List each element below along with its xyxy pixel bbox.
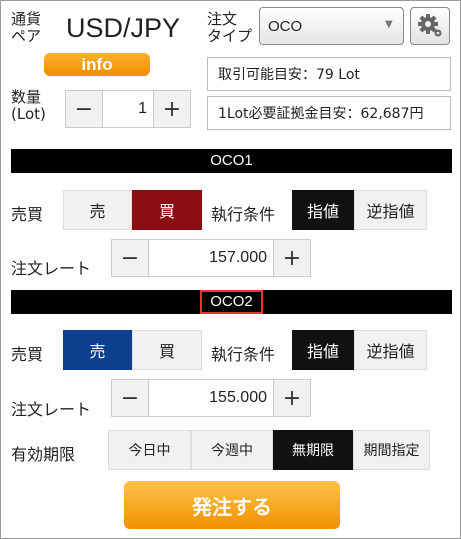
- expiry-option-indefinite[interactable]: 無期限: [273, 430, 353, 470]
- expiry-option-week[interactable]: 今週中: [191, 430, 273, 470]
- oco1-side-toggle: 売 買: [63, 190, 202, 230]
- order-type-label: 注文 タイプ: [207, 10, 253, 45]
- pair-label: 通貨 ペア: [11, 10, 42, 45]
- oco2-rate-plus-button[interactable]: +: [273, 379, 311, 417]
- quantity-plus-button[interactable]: +: [153, 90, 191, 128]
- quantity-label: 数量 (Lot): [11, 88, 46, 123]
- margin-estimate: 1Lot必要証拠金目安：62,687円: [207, 96, 451, 130]
- oco1-buy-button[interactable]: 買: [132, 190, 202, 230]
- oco1-rate-input[interactable]: 157.000: [149, 239, 273, 277]
- oco1-exec-label: 執行条件: [211, 205, 276, 224]
- currency-pair: USD/JPY: [66, 13, 181, 43]
- tradable-estimate: 取引可能目安：79 Lot: [207, 57, 451, 91]
- chevron-down-icon: ▼: [385, 19, 393, 30]
- quantity-minus-button[interactable]: −: [65, 90, 103, 128]
- oco1-rate-minus-button[interactable]: −: [111, 239, 149, 277]
- oco1-limit-button[interactable]: 指値: [292, 190, 354, 230]
- oco2-side-toggle: 売 買: [63, 330, 202, 370]
- oco2-rate-input[interactable]: 155.000: [149, 379, 273, 417]
- oco2-rate-minus-button[interactable]: −: [111, 379, 149, 417]
- oco1-stop-button[interactable]: 逆指値: [354, 190, 427, 230]
- settings-button[interactable]: [410, 7, 450, 45]
- order-type-value: OCO: [268, 18, 303, 35]
- quantity-input[interactable]: 1: [103, 90, 153, 128]
- oco1-rate-stepper: − 157.000 +: [111, 239, 311, 277]
- oco1-rate-plus-button[interactable]: +: [273, 239, 311, 277]
- oco2-header: OCO2: [11, 290, 452, 314]
- oco2-limit-button[interactable]: 指値: [292, 330, 354, 370]
- expiry-option-today[interactable]: 今日中: [108, 430, 191, 470]
- oco2-title: OCO2: [200, 290, 263, 314]
- oco2-stop-button[interactable]: 逆指値: [354, 330, 427, 370]
- oco1-rate-label: 注文レート: [11, 259, 92, 278]
- oco2-side-label: 売買: [11, 345, 44, 364]
- order-panel: 通貨 ペア USD/JPY 注文 タイプ OCO ▼ info 取引可能目安：7…: [0, 0, 461, 539]
- expiry-option-period[interactable]: 期間指定: [353, 430, 430, 470]
- oco2-exec-toggle: 指値 逆指値: [292, 330, 427, 370]
- quantity-stepper: − 1 +: [65, 90, 191, 128]
- oco1-sell-button[interactable]: 売: [63, 190, 132, 230]
- expiry-label: 有効期限: [11, 445, 76, 464]
- oco2-buy-button[interactable]: 買: [132, 330, 202, 370]
- expiry-toggle: 今日中 今週中 無期限 期間指定: [108, 430, 430, 470]
- oco2-rate-label: 注文レート: [11, 400, 92, 419]
- oco1-exec-toggle: 指値 逆指値: [292, 190, 427, 230]
- info-button[interactable]: info: [44, 53, 150, 76]
- submit-order-button[interactable]: 発注する: [124, 481, 340, 529]
- oco2-rate-stepper: − 155.000 +: [111, 379, 311, 417]
- gear-icon: [418, 14, 442, 37]
- oco1-side-label: 売買: [11, 205, 44, 224]
- oco2-exec-label: 執行条件: [211, 345, 276, 364]
- order-type-select[interactable]: OCO ▼: [259, 7, 404, 45]
- oco1-header: OCO1: [11, 149, 452, 173]
- oco2-sell-button[interactable]: 売: [63, 330, 132, 370]
